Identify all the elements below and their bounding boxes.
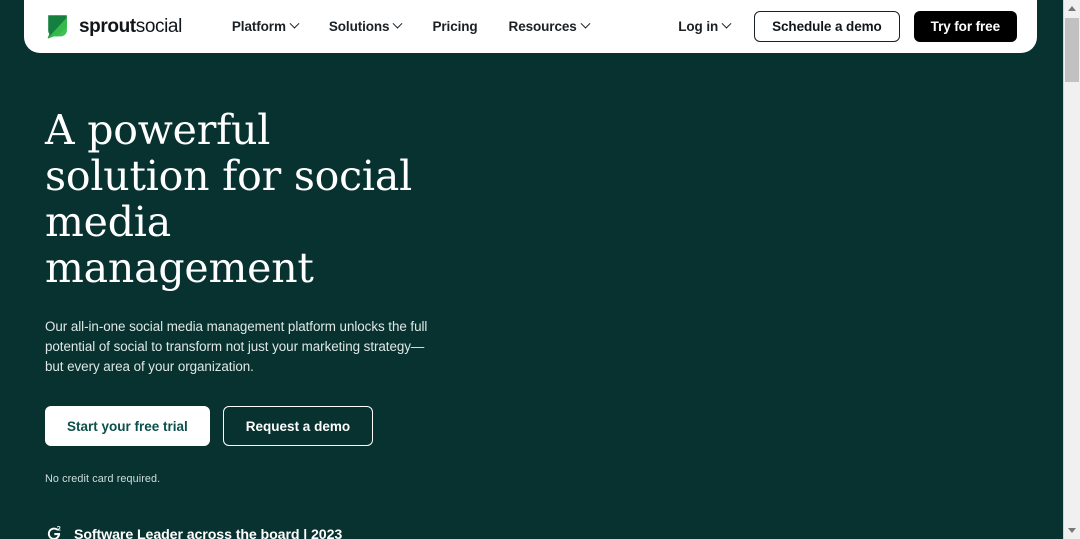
chevron-down-icon	[721, 18, 732, 29]
page-canvas: sproutsocial Platform Solutions Pricing …	[0, 0, 1063, 539]
chevron-down-icon	[289, 18, 300, 29]
nav-item-login[interactable]: Log in	[678, 18, 732, 34]
chevron-down-icon	[580, 18, 591, 29]
browser-viewport: sproutsocial Platform Solutions Pricing …	[0, 0, 1080, 539]
request-demo-button[interactable]: Request a demo	[222, 406, 374, 446]
nav-item-pricing[interactable]: Pricing	[432, 19, 477, 34]
schedule-demo-button[interactable]: Schedule a demo	[754, 11, 900, 42]
no-credit-card-note: No credit card required.	[45, 473, 161, 485]
scroll-up-button[interactable]	[1064, 0, 1080, 17]
site-header: sproutsocial Platform Solutions Pricing …	[24, 0, 1037, 53]
brand-logo[interactable]: sproutsocial	[45, 14, 182, 39]
sprout-leaf-icon	[45, 14, 70, 39]
primary-navigation: Platform Solutions Pricing Resources	[231, 18, 591, 34]
header-actions: Log in Schedule a demo Try for free	[678, 11, 1017, 42]
nav-item-resources[interactable]: Resources	[508, 18, 591, 34]
brand-wordmark: sproutsocial	[79, 16, 182, 38]
nav-item-platform[interactable]: Platform	[231, 18, 300, 34]
scroll-down-arrow-icon	[1068, 528, 1076, 533]
awards-title: Software Leader across the board | 2023	[74, 526, 343, 539]
scrollbar-thumb[interactable]	[1065, 18, 1079, 82]
awards-section: Software Leader across the board | 2023 …	[45, 525, 645, 539]
nav-item-platform-label: Platform	[231, 19, 286, 34]
hero-section: A powerful solution for social media man…	[45, 53, 645, 539]
start-free-trial-button[interactable]: Start your free trial	[45, 406, 210, 446]
page-title: A powerful solution for social media man…	[45, 106, 413, 292]
scroll-down-button[interactable]	[1064, 522, 1080, 539]
nav-item-pricing-label: Pricing	[432, 19, 478, 34]
try-for-free-button[interactable]: Try for free	[913, 11, 1017, 42]
nav-item-resources-label: Resources	[508, 19, 577, 34]
brand-wordmark-bold: sprout	[79, 15, 136, 37]
vertical-scrollbar[interactable]	[1063, 0, 1080, 539]
nav-item-solutions-label: Solutions	[328, 19, 390, 34]
hero-cta-row: Start your free trial Request a demo	[45, 406, 645, 446]
chevron-down-icon	[393, 18, 403, 29]
awards-header: Software Leader across the board | 2023	[45, 525, 645, 539]
g2-logo-icon	[45, 525, 64, 539]
brand-wordmark-regular: social	[135, 15, 183, 37]
nav-item-solutions[interactable]: Solutions	[328, 18, 403, 34]
scroll-up-arrow-icon	[1068, 6, 1076, 11]
nav-item-login-label: Log in	[678, 19, 719, 34]
hero-subtitle: Our all-in-one social media management p…	[45, 319, 428, 374]
